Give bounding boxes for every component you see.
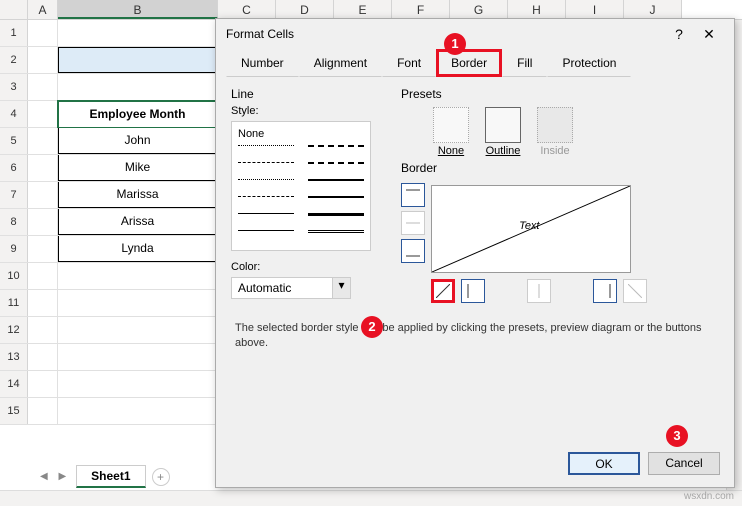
border-diagonal-up-button[interactable] (431, 279, 455, 303)
row-header[interactable]: 2 (0, 47, 28, 73)
preset-outline-button[interactable]: Outline (483, 107, 523, 157)
preview-text: Text (519, 220, 539, 232)
dialog-tabs: Number Alignment Font Border Fill Protec… (216, 49, 734, 77)
row-header[interactable]: 6 (0, 155, 28, 181)
col-header[interactable]: E (334, 0, 392, 19)
col-header[interactable]: B (58, 0, 218, 19)
row-header[interactable]: 15 (0, 398, 28, 424)
line-section-label: Line (231, 87, 381, 101)
line-style-option[interactable] (238, 230, 294, 244)
line-style-option[interactable] (308, 162, 364, 176)
line-style-option[interactable] (308, 179, 364, 193)
sheet-tabs: ◀ ▶ Sheet1 + (40, 465, 170, 488)
tab-border[interactable]: Border (436, 49, 502, 77)
line-style-option[interactable] (308, 213, 364, 227)
row-header[interactable]: 1 (0, 20, 28, 46)
row-header[interactable]: 9 (0, 236, 28, 262)
tab-protection[interactable]: Protection (547, 49, 631, 77)
callout-2: 2 (361, 316, 383, 338)
line-style-list[interactable]: None (231, 121, 371, 251)
line-style-option[interactable] (238, 162, 294, 176)
border-section-label: Border (401, 161, 719, 175)
col-header[interactable]: G (450, 0, 508, 19)
help-text: The selected border style can be applied… (235, 321, 715, 352)
row-header[interactable]: 8 (0, 209, 28, 235)
chevron-down-icon[interactable]: ▾ (332, 278, 350, 298)
row-header[interactable]: 11 (0, 290, 28, 316)
tab-font[interactable]: Font (382, 49, 436, 77)
row-header[interactable]: 5 (0, 128, 28, 154)
line-style-option[interactable] (238, 196, 294, 210)
line-style-option[interactable] (308, 145, 364, 159)
horizontal-scrollbar[interactable] (0, 490, 742, 506)
line-style-option[interactable] (238, 145, 294, 159)
preset-outline-icon (485, 107, 521, 143)
line-style-option[interactable] (238, 179, 294, 193)
tab-number[interactable]: Number (226, 49, 299, 77)
cancel-button[interactable]: Cancel (648, 452, 720, 475)
sheet-tab[interactable]: Sheet1 (76, 465, 145, 488)
table-header-cell[interactable]: Employee Month (58, 101, 217, 128)
col-header[interactable]: I (566, 0, 624, 19)
ok-button[interactable]: OK (568, 452, 640, 475)
line-style-option[interactable] (308, 230, 364, 244)
row-header[interactable]: 10 (0, 263, 28, 289)
preset-label: Inside (535, 145, 575, 157)
format-cells-dialog: Format Cells ? ✕ Number Alignment Font B… (215, 18, 735, 488)
preset-inside-button[interactable]: Inside (535, 107, 575, 157)
preset-none-icon (433, 107, 469, 143)
presets-label: Presets (401, 87, 719, 101)
style-none-option[interactable]: None (236, 126, 366, 142)
table-row[interactable]: Mike (58, 155, 217, 181)
col-header[interactable]: A (28, 0, 58, 19)
col-header[interactable]: D (276, 0, 334, 19)
table-row[interactable]: Marissa (58, 182, 217, 208)
preset-label: None (431, 145, 471, 157)
preset-none-button[interactable]: None (431, 107, 471, 157)
border-left-button[interactable] (461, 279, 485, 303)
border-diagonal-down-button[interactable] (623, 279, 647, 303)
watermark: wsxdn.com (684, 491, 734, 502)
callout-3: 3 (666, 425, 688, 447)
select-all-corner[interactable] (0, 0, 28, 19)
tab-alignment[interactable]: Alignment (299, 49, 382, 77)
row-header[interactable]: 7 (0, 182, 28, 208)
border-middle-v-button[interactable] (527, 279, 551, 303)
help-button[interactable]: ? (664, 26, 694, 42)
col-header[interactable]: F (392, 0, 450, 19)
color-label: Color: (231, 261, 381, 273)
color-value: Automatic (232, 278, 332, 298)
table-row[interactable]: Arissa (58, 209, 217, 235)
banner-cell[interactable] (58, 47, 217, 73)
col-header[interactable]: H (508, 0, 566, 19)
tab-fill[interactable]: Fill (502, 49, 547, 77)
table-row[interactable]: John (58, 128, 217, 154)
callout-1: 1 (444, 33, 466, 55)
row-header[interactable]: 3 (0, 74, 28, 100)
line-style-option[interactable] (308, 196, 364, 210)
row-header[interactable]: 4 (0, 101, 28, 127)
preset-label: Outline (483, 145, 523, 157)
line-style-option[interactable] (238, 213, 294, 227)
row-header[interactable]: 14 (0, 371, 28, 397)
border-preview[interactable]: Text (431, 185, 631, 273)
border-middle-h-button[interactable] (401, 211, 425, 235)
close-button[interactable]: ✕ (694, 26, 724, 43)
tab-nav-arrows[interactable]: ◀ ▶ (40, 471, 70, 482)
dialog-titlebar: Format Cells ? ✕ (216, 19, 734, 49)
add-sheet-button[interactable]: + (152, 468, 170, 486)
table-row[interactable]: Lynda (58, 236, 217, 262)
preset-inside-icon (537, 107, 573, 143)
border-top-button[interactable] (401, 183, 425, 207)
color-dropdown[interactable]: Automatic ▾ (231, 277, 351, 299)
border-bottom-button[interactable] (401, 239, 425, 263)
row-header[interactable]: 12 (0, 317, 28, 343)
column-headers: A B C D E F G H I J (0, 0, 742, 20)
col-header[interactable]: J (624, 0, 682, 19)
style-label: Style: (231, 105, 381, 117)
border-right-button[interactable] (593, 279, 617, 303)
col-header[interactable]: C (218, 0, 276, 19)
row-header[interactable]: 13 (0, 344, 28, 370)
